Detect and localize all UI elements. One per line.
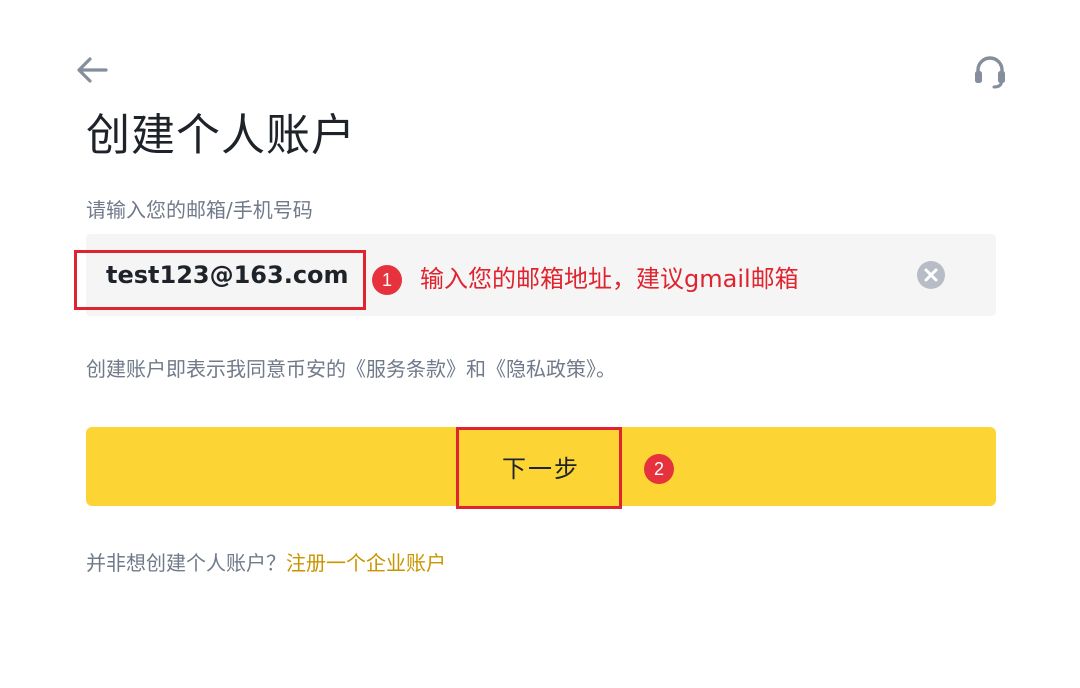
clear-input-button[interactable] bbox=[914, 258, 948, 292]
page-title: 创建个人账户 bbox=[86, 110, 356, 161]
arrow-left-icon bbox=[77, 57, 108, 83]
terms-agreement-text: 创建账户即表示我同意币安的《服务条款》和《隐私政策》。 bbox=[86, 357, 616, 381]
support-button[interactable] bbox=[968, 50, 1012, 94]
email-input-value[interactable]: test123@163.com bbox=[106, 258, 349, 292]
next-button-label: 下一步 bbox=[502, 455, 580, 483]
back-button[interactable] bbox=[72, 50, 112, 90]
annotation-step-2-badge: 2 bbox=[644, 454, 674, 484]
annotation-step-1-badge: 1 bbox=[372, 265, 402, 295]
email-phone-label: 请输入您的邮箱/手机号码 bbox=[86, 198, 313, 222]
headset-icon bbox=[975, 56, 1005, 89]
next-button[interactable]: 下一步 bbox=[86, 427, 996, 506]
annotation-step-1-text: 输入您的邮箱地址，建议gmail邮箱 bbox=[420, 265, 799, 293]
register-business-link[interactable]: 注册一个企业账户 bbox=[286, 551, 446, 575]
footer-question: 并非想创建个人账户？ bbox=[86, 551, 286, 575]
close-circle-icon bbox=[917, 261, 945, 289]
footer-prompt: 并非想创建个人账户？注册一个企业账户 bbox=[86, 548, 446, 578]
